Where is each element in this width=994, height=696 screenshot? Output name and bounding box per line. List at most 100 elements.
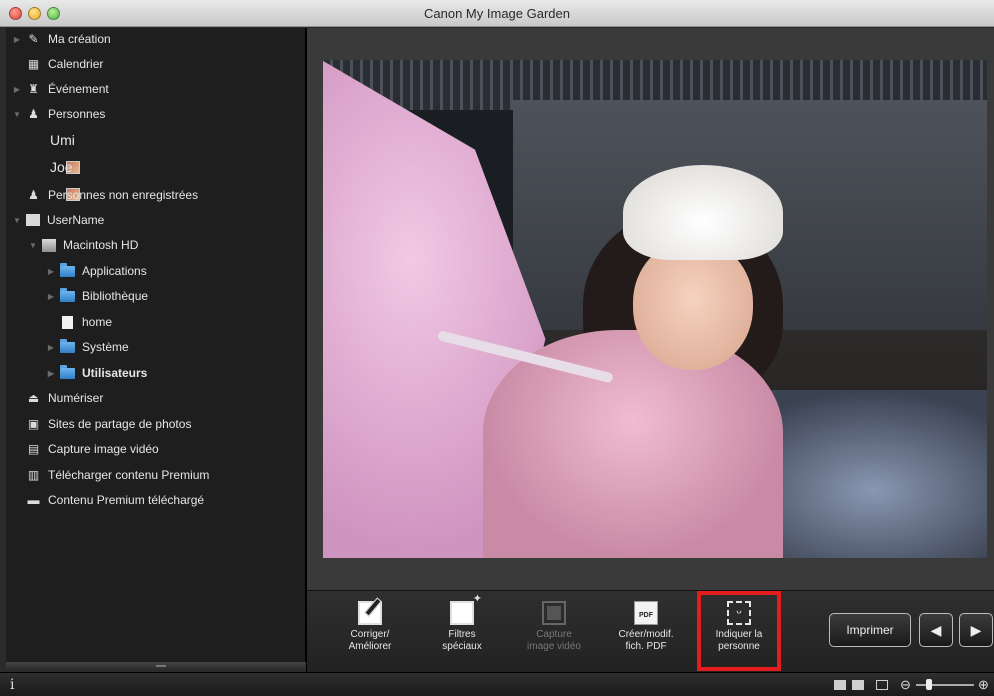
sidebar-item-label: Sites de partage de photos <box>48 417 192 431</box>
sidebar-item-label: Numériser <box>48 391 104 405</box>
bottom-toolbar: Corriger/ Améliorer Filtres spéciaux Cap… <box>307 590 994 672</box>
sidebar-item-bibliotheque[interactable]: ▶ Bibliothèque <box>46 285 148 307</box>
sidebar-item-label: Personnes <box>48 107 106 121</box>
video-frame-capture-button[interactable]: Capture image vidéo <box>513 597 595 669</box>
sidebar-item-label: Contenu Premium téléchargé <box>48 493 205 507</box>
disclosure-triangle-icon[interactable]: ▶ <box>46 343 56 352</box>
disclosure-triangle-icon[interactable]: ▶ <box>46 267 56 276</box>
special-filters-label: Filtres spéciaux <box>442 629 482 652</box>
preview-area <box>307 28 994 590</box>
correct-enhance-label: Corriger/ Améliorer <box>348 629 392 652</box>
disclosure-triangle-expanded-icon[interactable]: ▼ <box>28 241 38 250</box>
sidebar-item-home[interactable]: home <box>60 311 112 333</box>
correct-enhance-icon <box>358 601 382 625</box>
hard-drive-icon <box>42 238 56 252</box>
calendar-icon: ▦ <box>27 57 40 71</box>
window-title: Canon My Image Garden <box>424 6 570 21</box>
sidebar-item-label: Macintosh HD <box>63 238 139 252</box>
downloaded-folder-icon: ▬ <box>27 493 40 507</box>
sidebar-item-label: Umi <box>50 132 75 148</box>
sidebar-item-label: Capture image vidéo <box>48 442 159 456</box>
download-premium-icon: ▥ <box>27 468 40 482</box>
disclosure-triangle-expanded-icon[interactable]: ▼ <box>12 216 22 225</box>
sidebar-item-sites-partage[interactable]: ▣ Sites de partage de photos <box>26 413 192 435</box>
sidebar-item-username[interactable]: ▼ UserName <box>12 209 104 231</box>
sidebar-item-label: Système <box>82 340 129 354</box>
sidebar-item-label: Joe <box>50 159 73 175</box>
sidebar-item-label: Ma création <box>48 32 111 46</box>
scanner-icon: ⏏ <box>27 391 40 405</box>
details-view-icon[interactable] <box>852 680 864 690</box>
video-capture-icon: ▤ <box>27 442 40 456</box>
sidebar-item-numeriser[interactable]: ⏏ Numériser <box>26 387 104 409</box>
sidebar-item-evenement[interactable]: ▶ ♜ Événement <box>12 78 109 100</box>
pdf-icon <box>634 601 658 625</box>
sidebar-item-premium-telecharge[interactable]: ▬ Contenu Premium téléchargé <box>26 489 205 511</box>
folder-icon <box>60 364 75 379</box>
sidebar-item-label: Événement <box>48 82 109 96</box>
correct-enhance-button[interactable]: Corriger/ Améliorer <box>329 597 411 669</box>
sidebar-item-label: Applications <box>82 264 147 278</box>
photo-preview[interactable] <box>323 60 987 558</box>
photo-child-coat <box>483 330 783 558</box>
sidebar-item-personnes[interactable]: ▼ ♟ Personnes <box>12 103 105 125</box>
sidebar-item-label: Bibliothèque <box>82 289 149 303</box>
zoom-slider[interactable] <box>916 684 974 686</box>
sidebar-item-label: Personnes non enregistrées <box>48 188 199 202</box>
create-edit-pdf-label: Créer/modif. fich. PDF <box>618 629 674 652</box>
sidebar-item-applications[interactable]: ▶ Applications <box>46 260 147 282</box>
disclosure-triangle-icon[interactable]: ▶ <box>12 35 22 44</box>
photo-child-hat <box>623 165 783 260</box>
sidebar-item-telecharger-premium[interactable]: ▥ Télécharger contenu Premium <box>26 464 210 486</box>
status-bar: i ⊖ ⊕ <box>0 672 994 696</box>
fullscreen-icon[interactable] <box>876 680 888 690</box>
disclosure-triangle-icon[interactable]: ▶ <box>46 292 56 301</box>
video-frame-capture-icon <box>542 601 566 625</box>
special-filters-button[interactable]: Filtres spéciaux <box>421 593 503 669</box>
photo-sharing-icon: ▣ <box>27 417 40 431</box>
sidebar-item-ma-creation[interactable]: ▶ ✎ Ma création <box>12 28 111 50</box>
sidebar-item-umi[interactable]: Umi <box>50 129 80 174</box>
video-frame-capture-label: Capture image vidéo <box>527 629 581 652</box>
zoom-out-icon[interactable]: ⊖ <box>900 677 911 693</box>
sidebar-item-label: UserName <box>47 213 105 227</box>
folder-icon <box>60 287 75 302</box>
computer-icon <box>26 214 40 226</box>
unregistered-person-icon: ♟ <box>28 188 39 202</box>
sidebar-item-label: home <box>82 315 113 329</box>
disclosure-triangle-icon[interactable]: ▶ <box>46 369 56 378</box>
sidebar: ▶ ✎ Ma création ▦ Calendrier ▶ ♜ Événeme… <box>6 28 306 662</box>
right-arrow-icon: ▶ <box>970 621 982 638</box>
person-icon: ♟ <box>28 107 39 121</box>
event-icon: ♜ <box>28 82 39 96</box>
sidebar-item-calendrier[interactable]: ▦ Calendrier <box>26 53 104 75</box>
title-bar: Canon My Image Garden <box>0 0 994 27</box>
special-filters-icon <box>450 593 482 625</box>
sidebar-item-personnes-non-enregistrees[interactable]: ♟ Personnes non enregistrées <box>26 184 198 206</box>
callout-highlight-box <box>697 591 781 671</box>
next-button[interactable]: ▶ <box>959 613 993 647</box>
info-icon[interactable]: i <box>10 677 14 693</box>
folder-icon <box>60 338 75 353</box>
create-edit-pdf-button[interactable]: Créer/modif. fich. PDF <box>605 597 687 669</box>
sidebar-item-joe[interactable]: Joe <box>50 156 80 201</box>
sidebar-item-label: Calendrier <box>48 57 104 71</box>
zoom-in-icon[interactable]: ⊕ <box>978 677 989 693</box>
previous-button[interactable]: ◀ <box>919 613 953 647</box>
disclosure-triangle-expanded-icon[interactable]: ▼ <box>12 110 22 119</box>
thumbnail-view-icon[interactable] <box>834 680 846 690</box>
sidebar-item-systeme[interactable]: ▶ Système <box>46 336 129 358</box>
print-button[interactable]: Imprimer <box>829 613 911 647</box>
left-arrow-icon: ◀ <box>930 621 942 638</box>
folder-icon <box>60 262 75 277</box>
sidebar-item-label: Utilisateurs <box>82 366 148 380</box>
sidebar-item-label: Télécharger contenu Premium <box>48 468 210 482</box>
sidebar-item-macintosh-hd[interactable]: ▼ Macintosh HD <box>28 234 138 256</box>
zoom-slider-thumb[interactable] <box>926 679 932 690</box>
sidebar-resize-handle[interactable] <box>6 662 306 670</box>
disclosure-triangle-icon[interactable]: ▶ <box>12 85 22 94</box>
sidebar-item-utilisateurs[interactable]: ▶ Utilisateurs <box>46 362 147 384</box>
document-icon <box>62 315 73 329</box>
sidebar-item-capture-video[interactable]: ▤ Capture image vidéo <box>26 438 159 460</box>
pencil-icon: ✎ <box>28 32 39 46</box>
